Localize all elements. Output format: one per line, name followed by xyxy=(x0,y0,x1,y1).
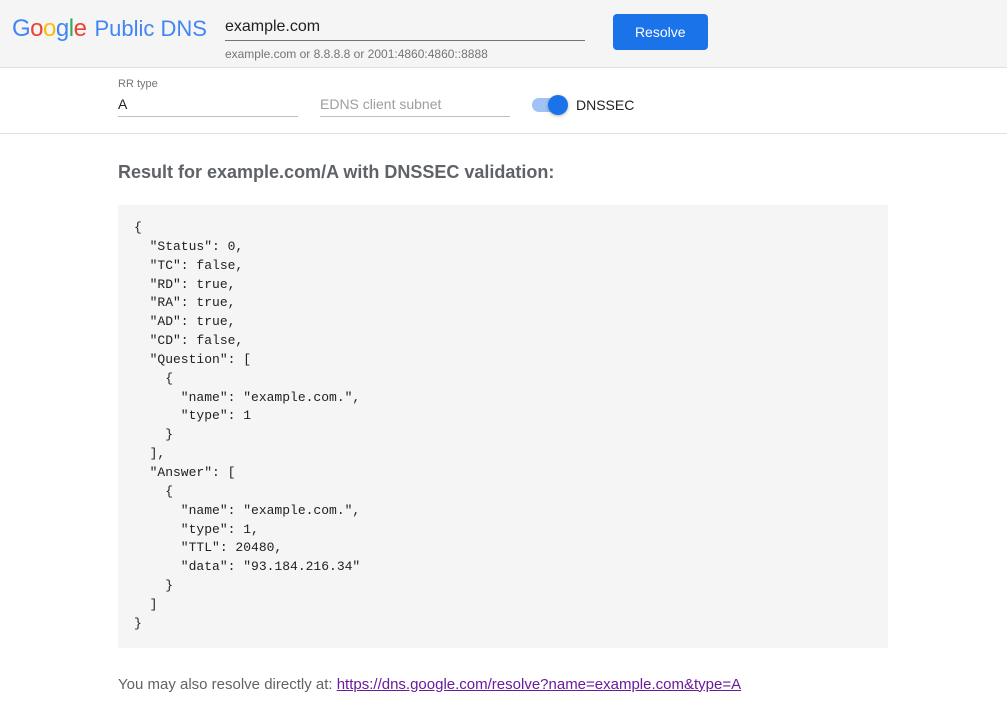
product-name: Public DNS xyxy=(94,14,206,44)
edns-field xyxy=(320,92,510,117)
edns-input[interactable] xyxy=(320,92,510,117)
rr-type-field: RR type xyxy=(118,78,298,117)
query-block: example.com or 8.8.8.8 or 2001:4860:4860… xyxy=(225,14,585,61)
google-logo: Google xyxy=(12,14,86,44)
dnssec-label: DNSSEC xyxy=(576,97,634,113)
header-bar: Google Public DNS example.com or 8.8.8.8… xyxy=(0,0,1007,68)
resolve-button[interactable]: Resolve xyxy=(613,14,708,50)
direct-resolve-link[interactable]: https://dns.google.com/resolve?name=exam… xyxy=(337,676,741,693)
domain-input[interactable] xyxy=(225,14,585,41)
toggle-knob-icon xyxy=(548,95,568,115)
dnssec-toggle[interactable] xyxy=(532,98,566,112)
dnssec-toggle-wrap: DNSSEC xyxy=(532,97,634,113)
domain-hint: example.com or 8.8.8.8 or 2001:4860:4860… xyxy=(225,47,585,61)
options-row: RR type DNSSEC xyxy=(0,68,1007,134)
rr-type-input[interactable] xyxy=(118,92,298,117)
content-area: Result for example.com/A with DNSSEC val… xyxy=(0,134,900,723)
direct-resolve-lead: You may also resolve directly at: xyxy=(118,676,337,693)
result-heading: Result for example.com/A with DNSSEC val… xyxy=(118,162,888,183)
rr-type-label: RR type xyxy=(118,78,298,90)
result-json: { "Status": 0, "TC": false, "RD": true, … xyxy=(118,205,888,648)
direct-resolve-line: You may also resolve directly at: https:… xyxy=(118,676,888,693)
